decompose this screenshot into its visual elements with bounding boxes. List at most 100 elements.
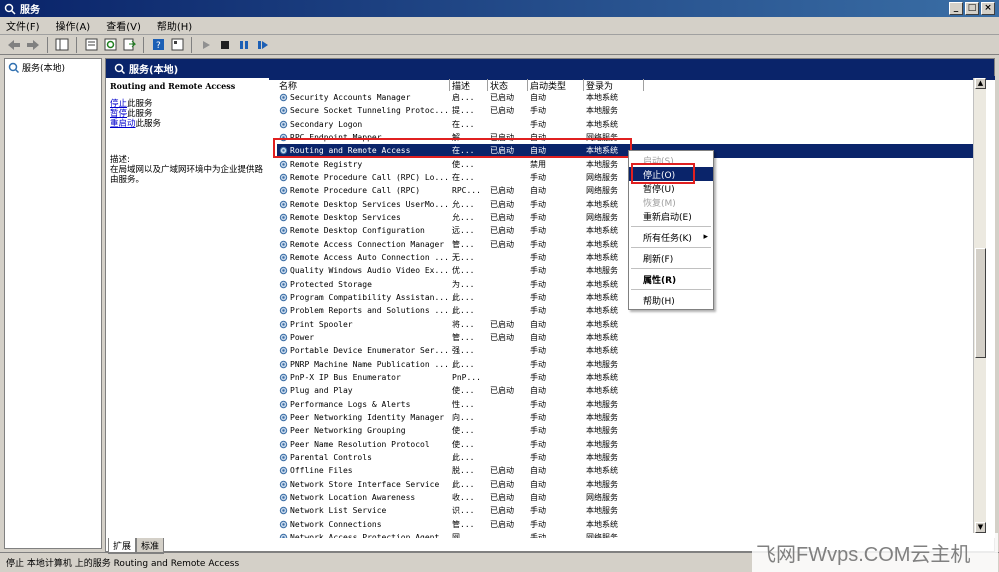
menu-item-all-tasks[interactable]: 所有任务(K) ▸ [629, 230, 713, 244]
vertical-scrollbar[interactable]: ▲ ▼ [973, 78, 986, 533]
service-description: 此... [452, 359, 475, 369]
service-name-cell: Remote Access Auto Connection ... [277, 253, 450, 262]
stop-service-button[interactable] [217, 37, 233, 53]
view-button[interactable] [169, 37, 185, 53]
service-name: Peer Networking Identity Manager [290, 413, 445, 423]
list-header: 名称 描述 状态 启动类型 登录为 [277, 79, 983, 91]
forward-button[interactable] [25, 37, 41, 53]
service-gear-icon [279, 480, 288, 488]
service-gear-icon [279, 347, 288, 355]
table-row[interactable]: Power 管... 已启动 自动 本地系统 [277, 331, 983, 344]
service-name: PnP-X IP Bus Enumerator [290, 373, 401, 383]
refresh-toolbar-button[interactable] [102, 37, 118, 53]
service-description: 使... [452, 159, 475, 169]
menu-item-refresh[interactable]: 刷新(F) [629, 251, 713, 265]
column-header-status[interactable]: 状态 [488, 79, 528, 91]
column-header-startup-type[interactable]: 启动类型 [528, 79, 584, 91]
service-startup-type: 手动 [530, 519, 546, 529]
service-name-cell: Power [277, 333, 450, 342]
pause-service-button[interactable] [236, 37, 252, 53]
back-button[interactable] [6, 37, 22, 53]
service-name: Network List Service [290, 506, 387, 516]
table-row[interactable]: Peer Networking Identity Manager 向... 手动 本地… [277, 411, 983, 424]
menu-item-properties[interactable]: 属性(R) [629, 272, 713, 286]
service-gear-icon [279, 507, 288, 515]
tree-item-services-local[interactable]: 服务(本地) [5, 59, 101, 76]
service-description: 识... [452, 506, 475, 516]
service-gear-icon [279, 293, 288, 302]
service-gear-icon [279, 200, 288, 208]
pause-link[interactable]: 暂停 [110, 109, 127, 119]
service-gear-icon [279, 373, 288, 382]
menu-view[interactable]: 查看(V) [106, 18, 141, 33]
restart-service-button[interactable] [255, 37, 271, 53]
service-description: 收... [452, 493, 475, 502]
table-row[interactable]: Plug and Play 使... 已启动 自动 本地系统 [277, 384, 983, 397]
table-row[interactable]: Peer Networking Grouping 使... 手动 本地服务 [277, 424, 983, 437]
column-header-name[interactable]: 名称 [277, 79, 450, 91]
column-header-log-on-as[interactable]: 登录为 [584, 79, 644, 91]
service-description: 强... [452, 346, 475, 356]
help-toolbar-button[interactable]: ? [150, 37, 166, 53]
table-row[interactable]: Peer Name Resolution Protocol 使... 手动 本地服务 [277, 438, 983, 451]
column-header-description[interactable]: 描述 [450, 79, 488, 91]
table-row[interactable]: Offline Files 脱... 已启动 自动 本地系统 [277, 464, 983, 477]
service-log-on-as: 本地系统 [586, 519, 618, 529]
menu-help[interactable]: 帮助(H) [157, 18, 192, 33]
service-name-cell: Remote Desktop Services [277, 213, 450, 222]
table-row[interactable]: Parental Controls 此... 手动 本地服务 [277, 451, 983, 464]
view-icon [171, 38, 183, 51]
table-row[interactable]: Portable Device Enumerator Ser... 强... 手动 本… [277, 344, 983, 357]
service-log-on-as: 本地系统 [586, 119, 618, 129]
table-row[interactable]: Secondary Logon 在... 手动 本地系统 [277, 118, 983, 131]
table-row[interactable]: Network List Service 识... 已启动 手动 本地服务 [277, 504, 983, 517]
svg-text:?: ? [156, 41, 161, 51]
service-gear-icon [279, 493, 288, 502]
service-startup-type: 手动 [530, 293, 546, 303]
table-row[interactable]: Print Spooler 将... 已启动 自动 本地系统 [277, 318, 983, 331]
menu-item-resume[interactable]: 恢复(M) [629, 195, 713, 209]
table-row[interactable]: Security Accounts Manager 启... 已启动 自动 本地系统 [277, 91, 983, 104]
restart-link[interactable]: 重启动 [110, 119, 136, 129]
table-row[interactable]: PNRP Machine Name Publication ... 此... 手动 本… [277, 358, 983, 371]
maximize-button[interactable]: □ [965, 2, 979, 15]
console-tree-button[interactable] [54, 37, 70, 53]
export-button[interactable] [121, 37, 137, 53]
menu-item-help[interactable]: 帮助(H) [629, 293, 713, 307]
service-status: 已启动 [490, 213, 514, 223]
table-row[interactable]: Network Location Awareness 收... 已启动 自动 网络服务 [277, 491, 983, 504]
service-name-cell: Portable Device Enumerator Ser... [277, 346, 450, 355]
table-row[interactable]: Performance Logs & Alerts 性... 手动 本地服务 [277, 398, 983, 411]
service-name: Secure Socket Tunneling Protoc... [290, 106, 449, 116]
service-startup-type: 自动 [530, 333, 546, 343]
properties-toolbar-button[interactable] [83, 37, 99, 53]
table-row[interactable]: Network Store Interface Service 此... 已启动 自动… [277, 478, 983, 491]
stop-link[interactable]: 停止 [110, 99, 127, 109]
toolbar-divider [191, 36, 192, 53]
service-startup-type: 手动 [530, 199, 546, 209]
export-icon [123, 38, 136, 51]
status-text: 停止 本地计算机 上的服务 Routing and Remote Access [6, 559, 240, 569]
scrollbar-thumb[interactable] [975, 248, 986, 358]
service-name: PNRP Machine Name Publication ... [290, 359, 449, 369]
scroll-up-arrow-icon[interactable]: ▲ [975, 78, 986, 89]
table-row[interactable]: PnP-X IP Bus Enumerator PnP... 手动 本地系统 [277, 371, 983, 384]
service-gear-icon [279, 440, 288, 448]
menu-file[interactable]: 文件(F) [6, 18, 40, 33]
scroll-down-arrow-icon[interactable]: ▼ [975, 522, 986, 533]
menu-item-restart[interactable]: 重新启动(E) [629, 209, 713, 223]
table-row[interactable]: Secure Socket Tunneling Protoc... 提... 已启动… [277, 104, 983, 117]
service-log-on-as: 本地服务 [586, 426, 618, 436]
selected-service-name: Routing and Remote Access [110, 81, 236, 91]
minimize-button[interactable]: _ [949, 2, 963, 15]
service-startup-type: 自动 [530, 93, 546, 103]
menu-action[interactable]: 操作(A) [56, 18, 91, 33]
service-name-cell: Remote Procedure Call (RPC) Lo... [277, 173, 450, 182]
service-startup-type: 手动 [530, 279, 546, 289]
close-button[interactable]: × [981, 2, 995, 15]
service-status: 已启动 [490, 493, 514, 502]
service-description: RPC... [452, 186, 481, 196]
start-service-button[interactable] [198, 37, 214, 53]
stop-service-action: 停止此服务 [110, 99, 266, 109]
table-row[interactable]: Network Connections 管... 已启动 手动 本地系统 [277, 518, 983, 531]
